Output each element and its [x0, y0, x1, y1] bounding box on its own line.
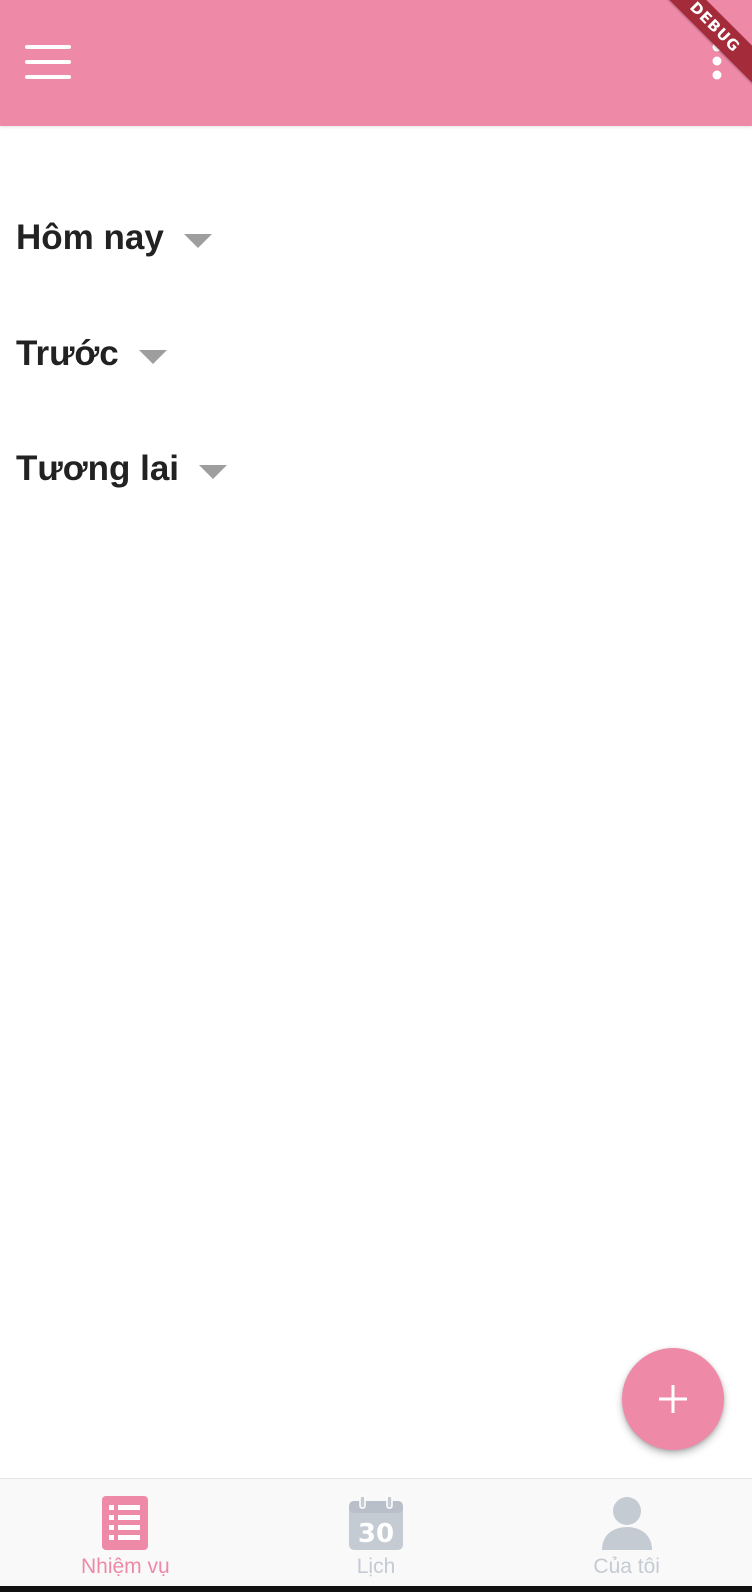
calendar-icon: 30 [349, 1495, 403, 1550]
add-task-button[interactable] [622, 1348, 724, 1450]
caret-down-icon [183, 234, 212, 248]
nav-label: Của tôi [593, 1555, 660, 1578]
app-bar: DEBUG [0, 0, 752, 126]
section-title: Tương lai [16, 449, 180, 488]
section-today[interactable]: Hôm nay [16, 218, 212, 258]
user-icon [601, 1497, 652, 1550]
system-nav-edge [0, 1586, 752, 1592]
nav-tab-calendar[interactable]: 30 Lịch [251, 1479, 502, 1586]
section-future[interactable]: Tương lai [16, 449, 228, 489]
task-list-icon [102, 1496, 149, 1550]
bottom-navigation: Nhiệm vụ 30 Lịch Của tôi [0, 1478, 752, 1586]
hamburger-menu-icon [25, 45, 71, 79]
caret-down-icon [199, 465, 228, 479]
caret-down-icon [138, 350, 167, 364]
nav-tab-tasks[interactable]: Nhiệm vụ [0, 1479, 251, 1586]
nav-label: Lịch [356, 1555, 396, 1578]
section-title: Hôm nay [16, 218, 164, 257]
section-before[interactable]: Trước [16, 334, 167, 374]
section-title: Trước [16, 334, 119, 373]
plus-icon [659, 1385, 687, 1413]
nav-tab-me[interactable]: Của tôi [501, 1479, 752, 1586]
screen: DEBUG Hôm nay Trước Tương lai Nhiệm vụ 3… [0, 0, 752, 1592]
menu-button[interactable] [14, 30, 84, 94]
calendar-icon-text: 30 [358, 1519, 394, 1549]
nav-label: Nhiệm vụ [80, 1555, 170, 1578]
